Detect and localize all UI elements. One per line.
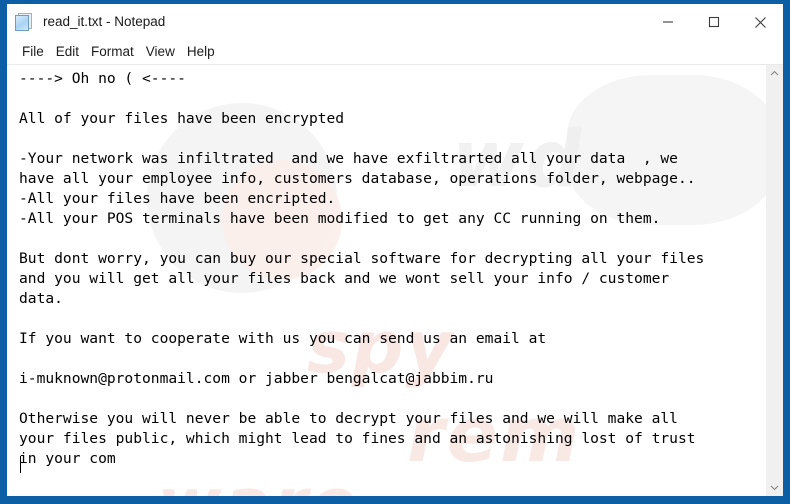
menu-bar: File Edit Format View Help bbox=[7, 40, 783, 65]
close-icon bbox=[754, 16, 766, 28]
close-button[interactable] bbox=[737, 4, 783, 40]
title-bar-left: read_it.txt - Notepad bbox=[7, 12, 166, 32]
menu-item-format[interactable]: Format bbox=[85, 45, 140, 59]
notepad-document-icon bbox=[15, 12, 34, 32]
maximize-button[interactable] bbox=[691, 4, 737, 40]
vertical-scrollbar[interactable] bbox=[766, 65, 783, 496]
menu-item-edit[interactable]: Edit bbox=[50, 45, 85, 59]
menu-item-help[interactable]: Help bbox=[181, 45, 221, 59]
chevron-up-icon bbox=[770, 70, 779, 76]
menu-item-view[interactable]: View bbox=[140, 45, 181, 59]
text-area[interactable]: ----> Oh no ( <---- All of your files ha… bbox=[7, 65, 766, 496]
menu-item-file[interactable]: File bbox=[16, 45, 50, 59]
window-controls bbox=[645, 4, 783, 40]
chevron-down-icon bbox=[770, 485, 779, 491]
maximize-icon bbox=[708, 16, 720, 28]
notepad-window: read_it.txt - Notepad File Edit Format V… bbox=[7, 4, 783, 496]
text-caret bbox=[20, 456, 21, 473]
scroll-up-button[interactable] bbox=[766, 65, 783, 82]
document-text[interactable]: ----> Oh no ( <---- All of your files ha… bbox=[19, 69, 766, 469]
desktop-backdrop: read_it.txt - Notepad File Edit Format V… bbox=[0, 0, 790, 504]
scrollbar-track[interactable] bbox=[766, 82, 783, 479]
title-bar: read_it.txt - Notepad bbox=[7, 4, 783, 40]
window-title: read_it.txt - Notepad bbox=[43, 14, 166, 30]
scroll-down-button[interactable] bbox=[766, 479, 783, 496]
minimize-icon bbox=[663, 21, 673, 23]
minimize-button[interactable] bbox=[645, 4, 691, 40]
editor-client-area: wd spy rem ware ----> Oh no ( <---- All … bbox=[7, 65, 783, 496]
